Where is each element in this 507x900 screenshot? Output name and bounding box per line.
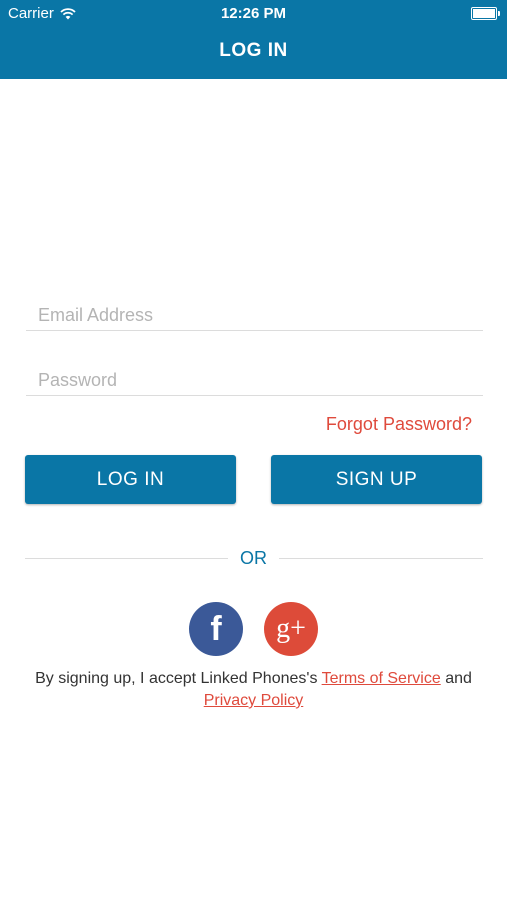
- header-bar: Carrier 12:26 PM LOG IN: [0, 0, 507, 79]
- page-title: LOG IN: [219, 40, 288, 61]
- email-field-container: [26, 305, 483, 331]
- facebook-login-button[interactable]: f: [189, 602, 243, 656]
- terms-of-service-link[interactable]: Terms of Service: [322, 670, 441, 687]
- terms-text: By signing up, I accept Linked Phones's …: [20, 668, 487, 712]
- battery-icon: [471, 7, 500, 20]
- login-button[interactable]: LOG IN: [25, 455, 236, 504]
- status-bar: Carrier 12:26 PM: [0, 0, 507, 28]
- password-field-container: [26, 370, 483, 396]
- facebook-icon: f: [210, 609, 222, 648]
- google-plus-login-button[interactable]: g+: [264, 602, 318, 656]
- terms-and: and: [445, 670, 472, 687]
- password-field[interactable]: [26, 370, 483, 395]
- google-plus-icon: g+: [276, 613, 306, 644]
- privacy-policy-link[interactable]: Privacy Policy: [204, 692, 304, 709]
- terms-prefix: By signing up, I accept Linked Phones's: [35, 670, 318, 687]
- signup-button[interactable]: SIGN UP: [271, 455, 482, 504]
- divider-line-right: [279, 558, 483, 559]
- status-time: 12:26 PM: [220, 5, 287, 22]
- email-field[interactable]: [26, 305, 483, 330]
- forgot-password-link[interactable]: Forgot Password?: [326, 414, 472, 435]
